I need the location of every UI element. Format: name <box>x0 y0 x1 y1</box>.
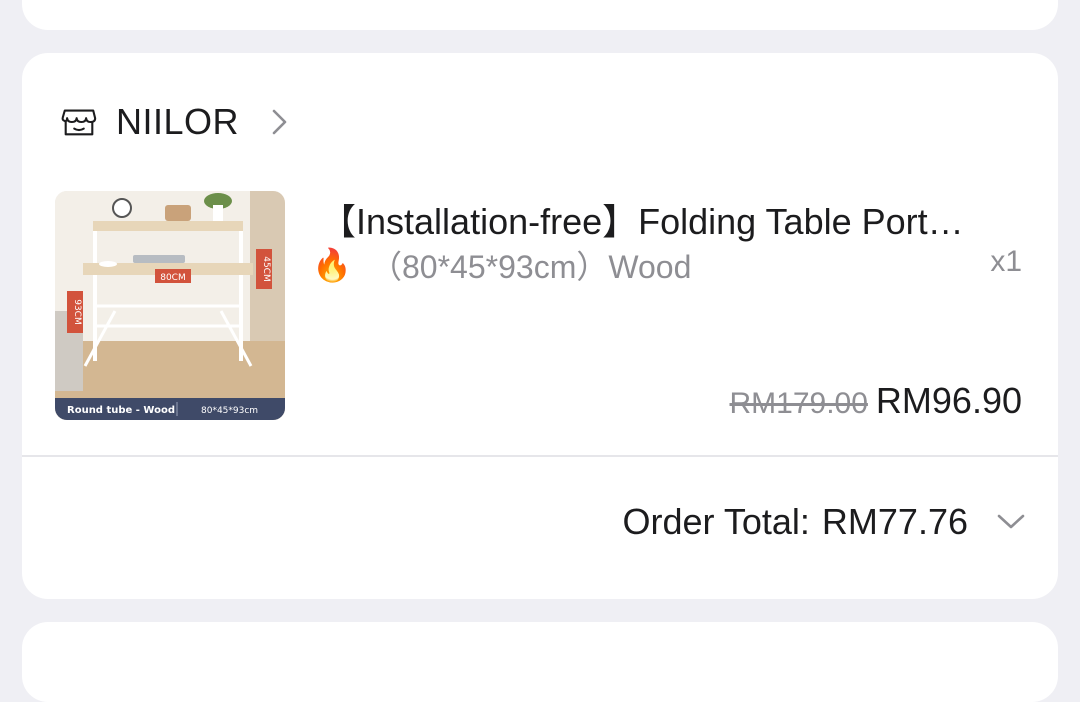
shop-header[interactable]: NIILOR <box>60 100 291 144</box>
height-label: 93CM <box>72 299 82 325</box>
variant-row: 🔥 （80*45*93cm）Wood <box>312 242 691 288</box>
store-icon <box>61 109 97 136</box>
thumbnail-caption-left: Round tube - Wood <box>67 405 175 416</box>
previous-order-card <box>22 0 1058 30</box>
depth-label: 45CM <box>261 256 271 282</box>
original-price: RM179.00 <box>729 387 868 420</box>
next-order-card <box>22 622 1058 702</box>
chevron-right-icon[interactable] <box>269 107 291 137</box>
thumbnail-caption-right: 80*45*93cm <box>201 406 258 416</box>
order-card: NIILOR 80CM 45CM 93CM Round tube - Wood … <box>22 53 1058 599</box>
order-total-label: Order Total: <box>622 501 810 542</box>
order-total-row[interactable]: Order Total: RM77.76 <box>623 501 1027 543</box>
product-variant: （80*45*93cm）Wood <box>370 249 692 285</box>
price-row: RM179.00 RM96.90 <box>730 380 1023 422</box>
width-label: 80CM <box>160 273 186 283</box>
product-quantity: x1 <box>990 245 1022 278</box>
fire-icon: 🔥 <box>312 247 352 283</box>
shop-name[interactable]: NIILOR <box>116 101 239 143</box>
current-price: RM96.90 <box>875 380 1022 421</box>
product-thumbnail[interactable]: 80CM 45CM 93CM Round tube - Wood 80*45*9… <box>55 191 285 420</box>
product-title[interactable]: 【Installation-free】Folding Table Port… <box>320 193 964 245</box>
order-total-value: RM77.76 <box>821 501 968 542</box>
chevron-down-icon[interactable] <box>996 512 1026 532</box>
divider <box>22 455 1058 457</box>
